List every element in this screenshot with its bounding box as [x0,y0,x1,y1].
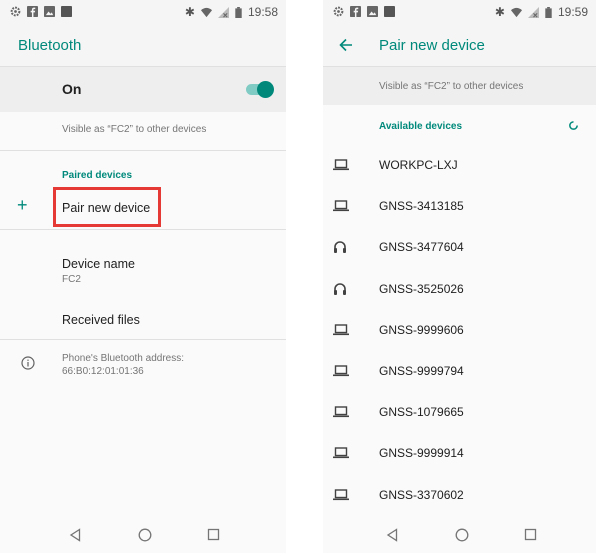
wifi-icon [510,7,522,17]
device-row[interactable]: GNSS-3525026 [323,269,596,307]
laptop-icon [333,364,349,382]
info-icon [21,356,35,370]
headset-icon [333,240,347,259]
device-row[interactable]: GNSS-3477604 [323,227,596,265]
device-name: WORKPC-LXJ [379,158,458,172]
home-nav-icon[interactable] [455,528,469,542]
app-bar: Bluetooth [0,26,286,67]
device-row[interactable]: GNSS-1079665 [323,392,596,430]
wifi-icon [200,7,212,17]
back-arrow-icon[interactable] [339,38,353,52]
app-bar: Pair new device [323,26,596,67]
device-name: GNSS-3413185 [379,199,464,214]
navigation-bar [0,519,286,553]
toggle-thumb [257,81,274,98]
divider [0,229,286,230]
device-row[interactable]: GNSS-9999914 [323,433,596,471]
device-row[interactable]: GNSS-9999606 [323,310,596,348]
divider [0,339,286,340]
available-devices-header: Available devices [379,121,463,132]
device-row[interactable]: GNSS-9999794 [323,351,596,389]
device-row[interactable]: WORKPC-LXJ [323,145,596,183]
laptop-icon [333,199,349,217]
device-name-row[interactable]: Device name FC2 [0,248,286,292]
no-signal-icon [527,6,539,18]
page-title: Bluetooth [18,37,82,54]
device-name: GNSS-3525026 [379,281,464,296]
visibility-banner: Visible as “FC2” to other devices [323,67,596,105]
device-row[interactable]: GNSS-3413185 [323,186,596,224]
status-time: 19:58 [247,5,278,19]
received-files-row[interactable]: Received files [0,303,286,337]
device-name-label: Device name [62,257,135,271]
device-name-value: FC2 [62,274,81,285]
add-icon: + [17,195,28,215]
notification-icon [384,6,395,17]
bluetooth-status-icon: ✱ [494,5,505,19]
settings-icon [10,6,21,17]
laptop-icon [333,323,349,341]
settings-icon [333,6,344,17]
device-name: GNSS-9999794 [379,364,464,378]
headset-icon [333,282,347,301]
laptop-icon [333,405,349,423]
loading-spinner-icon [569,121,578,130]
pair-new-device-screen: ✱ 19:59 Pair new device Visible as “FC2”… [323,0,596,553]
notification-icon [61,6,72,17]
divider [0,150,286,151]
battery-icon [545,6,552,18]
status-time: 19:59 [557,5,588,19]
received-files-label: Received files [62,313,140,327]
device-name: GNSS-9999606 [379,322,464,337]
device-name: GNSS-3477604 [379,240,464,255]
gallery-icon [44,6,55,17]
visibility-text: Visible as “FC2” to other devices [379,81,524,92]
navigation-bar [323,519,596,553]
bluetooth-status-icon: ✱ [184,5,195,19]
no-signal-icon [217,6,229,18]
bluetooth-address-value: 66:B0:12:01:01:36 [62,366,144,377]
gallery-icon [367,6,378,17]
back-nav-icon[interactable] [69,528,81,542]
facebook-icon [27,6,38,17]
recents-nav-icon[interactable] [524,528,537,541]
visibility-text: Visible as “FC2” to other devices [62,124,207,135]
page-title: Pair new device [379,37,485,54]
bluetooth-toggle-row[interactable]: On [0,67,286,112]
device-name: GNSS-9999914 [379,446,464,461]
back-nav-icon[interactable] [386,528,398,542]
pair-new-device-label: Pair new device [62,201,151,215]
laptop-icon [333,488,349,506]
pair-new-device-row[interactable]: + Pair new device [0,186,286,228]
bluetooth-settings-screen: ✱ 19:58 Bluetooth On Visible as “FC2” to… [0,0,286,553]
recents-nav-icon[interactable] [207,528,220,541]
device-row[interactable]: GNSS-3370602 [323,475,596,513]
paired-devices-header: Paired devices [62,170,133,181]
battery-icon [235,6,242,18]
bluetooth-toggle-switch[interactable] [246,81,274,98]
laptop-icon [333,446,349,464]
bluetooth-address-label: Phone's Bluetooth address: [62,353,184,364]
device-name: GNSS-1079665 [379,405,464,420]
device-name: GNSS-3370602 [379,487,464,502]
status-bar: ✱ 19:59 [323,0,596,26]
laptop-icon [333,158,349,176]
home-nav-icon[interactable] [138,528,152,542]
status-bar: ✱ 19:58 [0,0,286,26]
facebook-icon [350,6,361,17]
toggle-label: On [62,81,82,97]
